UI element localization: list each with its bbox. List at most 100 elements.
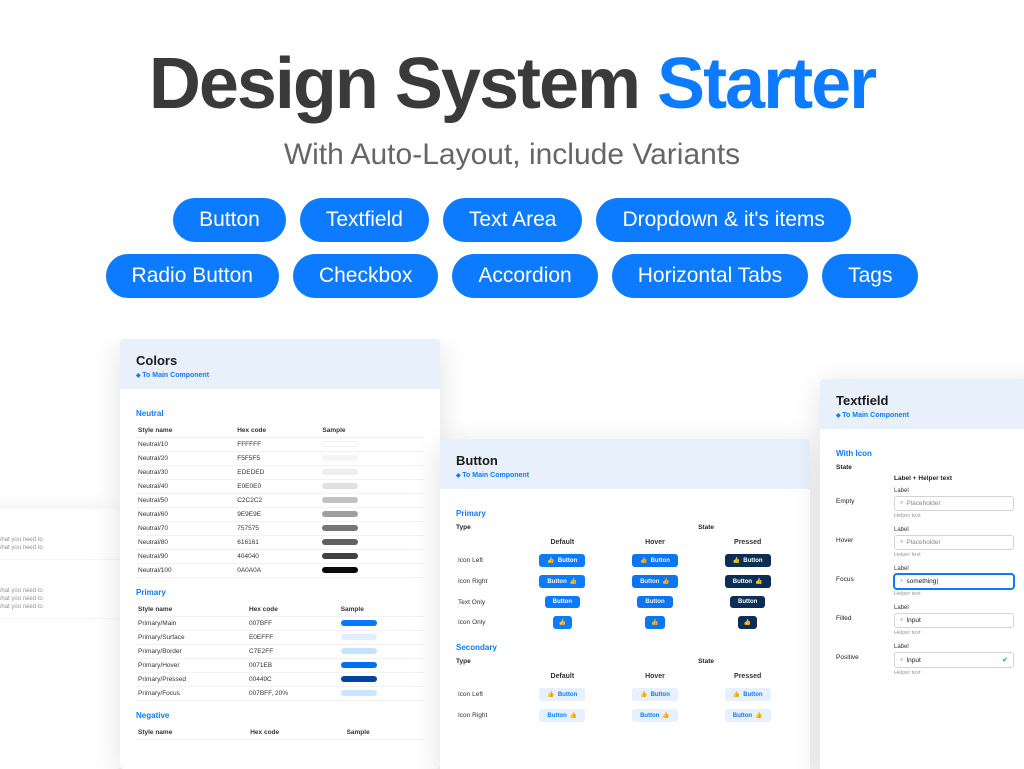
color-row: Primary/SurfaceE0EFFF (136, 631, 424, 645)
tf-input[interactable]: ⌕Placeholder (894, 535, 1014, 550)
sample-line: Welcome. Here's what you need to (0, 604, 110, 610)
pill-accordion[interactable]: Accordion (452, 254, 597, 298)
tf-state-row: HoverLabel⌕PlaceholderHelper text (836, 527, 1024, 558)
demo-button[interactable]: Button👍 (632, 575, 678, 588)
swatch (322, 511, 358, 517)
pill-dropdown-it-s-items[interactable]: Dropdown & it's items (596, 198, 850, 242)
sample-title: Sample text (0, 580, 110, 586)
button-body: Primary Type State DefaultHoverPressedIc… (440, 489, 810, 736)
tf-label: Label (894, 644, 1024, 650)
tf-input[interactable]: ⌕something| (894, 574, 1014, 589)
style-name: Neutral/80 (136, 536, 235, 550)
color-row: Neutral/1000A0A0A (136, 564, 424, 578)
tf-label: Label (894, 566, 1024, 572)
hex-code: C2C2C2 (235, 494, 320, 508)
tf-input[interactable]: ⌕Input✔ (894, 652, 1014, 668)
demo-button[interactable]: Button👍 (725, 575, 771, 588)
style-name: Primary/Hover (136, 659, 247, 673)
pill-button[interactable]: Button (173, 198, 286, 242)
to-main-component-link[interactable]: To Main Component (136, 372, 209, 379)
tf-state-label: Focus (836, 566, 886, 583)
hero-title-blue: Starter (657, 44, 875, 124)
search-icon: ⌕ (900, 500, 903, 507)
pill-textfield[interactable]: Textfield (300, 198, 429, 242)
demo-button[interactable]: Button👍 (539, 575, 585, 588)
button-cell: Button (701, 592, 794, 612)
tf-label: Label (894, 605, 1024, 611)
style-name: Neutral/60 (136, 508, 235, 522)
demo-button[interactable]: Button👍 (725, 709, 771, 722)
button-cell: 👍Button (701, 550, 794, 571)
to-main-component-link[interactable]: To Main Component (456, 472, 529, 479)
demo-button[interactable]: Button (637, 596, 672, 608)
demo-button[interactable]: 👍 (645, 616, 664, 629)
button-label: Button (651, 558, 670, 564)
sample-line: Welcome. Here's what you need to (0, 588, 110, 594)
sample-cell (320, 536, 424, 550)
style-name: Primary/Main (136, 617, 247, 631)
button-label: Button (733, 579, 752, 585)
demo-button[interactable]: Button (730, 596, 765, 608)
hex-code: 616161 (235, 536, 320, 550)
tf-rows: EmptyLabel⌕PlaceholderHelper textHoverLa… (836, 488, 1024, 676)
demo-button[interactable]: 👍Button (632, 554, 678, 567)
demo-button[interactable]: 👍Button (725, 688, 771, 701)
demo-button[interactable]: 👍Button (539, 688, 585, 701)
thumbs-up-icon: 👍 (651, 619, 658, 626)
pill-text-area[interactable]: Text Area (443, 198, 583, 242)
tf-field-wrap: Label⌕InputHelper text (894, 605, 1024, 636)
tf-label: Label (894, 488, 1024, 494)
style-name: Neutral/40 (136, 480, 235, 494)
state-col-default: Default (516, 669, 609, 684)
col-header: Hex code (248, 726, 344, 740)
textfield-body: With Icon State Label + Helper text Empt… (820, 429, 1024, 694)
color-table: Style nameHex codeSamplePrimary/Main007B… (136, 603, 424, 701)
pill-horizontal-tabs[interactable]: Horizontal Tabs (612, 254, 808, 298)
thumbs-up-icon: 👍 (662, 578, 669, 585)
panel-header: Textfield To Main Component (820, 379, 1024, 429)
demo-button[interactable]: 👍Button (632, 688, 678, 701)
pill-checkbox[interactable]: Checkbox (293, 254, 438, 298)
pill-tags[interactable]: Tags (822, 254, 918, 298)
button-cell: 👍Button (701, 684, 794, 705)
sample-cell (339, 673, 424, 687)
col-header: Style name (136, 726, 248, 740)
state-col-hover: Hover (609, 669, 702, 684)
demo-button[interactable]: 👍Button (539, 554, 585, 567)
tf-helper: Helper text (894, 513, 1024, 519)
thumbs-up-icon: 👍 (744, 619, 751, 626)
demo-button[interactable]: Button👍 (632, 709, 678, 722)
button-cell: Button👍 (516, 571, 609, 592)
demo-button[interactable]: 👍 (553, 616, 572, 629)
px-label: (px) (0, 568, 110, 574)
hex-code: EDEDED (235, 466, 320, 480)
demo-button[interactable]: Button👍 (539, 709, 585, 722)
style-name: Primary/Pressed (136, 673, 247, 687)
pill-radio-button[interactable]: Radio Button (106, 254, 279, 298)
tf-state-label: Filled (836, 605, 886, 622)
button-row: Text OnlyButtonButtonButton (456, 592, 794, 612)
color-group-neutral: Neutral (136, 409, 424, 418)
hex-code: E0EFFF (247, 631, 339, 645)
demo-button[interactable]: 👍Button (725, 554, 771, 567)
hero-title: Design System Starter (0, 48, 1024, 120)
tf-input[interactable]: ⌕Placeholder (894, 496, 1014, 511)
color-row: Neutral/70757575 (136, 522, 424, 536)
to-main-component-link[interactable]: To Main Component (836, 412, 909, 419)
color-row: Neutral/50C2C2C2 (136, 494, 424, 508)
tf-input[interactable]: ⌕Input (894, 613, 1014, 628)
color-row: Neutral/20F5F5F5 (136, 452, 424, 466)
color-group-negative: Negative (136, 711, 424, 720)
thumbs-up-icon: 👍 (755, 578, 762, 585)
col-header: Style name (136, 603, 247, 617)
demo-button[interactable]: Button (545, 596, 580, 608)
tf-state-label: Empty (836, 488, 886, 505)
demo-button[interactable]: 👍 (738, 616, 757, 629)
tf-field-wrap: Label⌕PlaceholderHelper text (894, 527, 1024, 558)
sample-cell (339, 631, 424, 645)
sample-cell (339, 687, 424, 701)
thumbs-up-icon: 👍 (570, 578, 577, 585)
tf-field-wrap: Label⌕Input✔Helper text (894, 644, 1024, 676)
sample-line: Welcome. Here's what you need to (0, 596, 110, 602)
hex-code: 007BFF, 20% (247, 687, 339, 701)
